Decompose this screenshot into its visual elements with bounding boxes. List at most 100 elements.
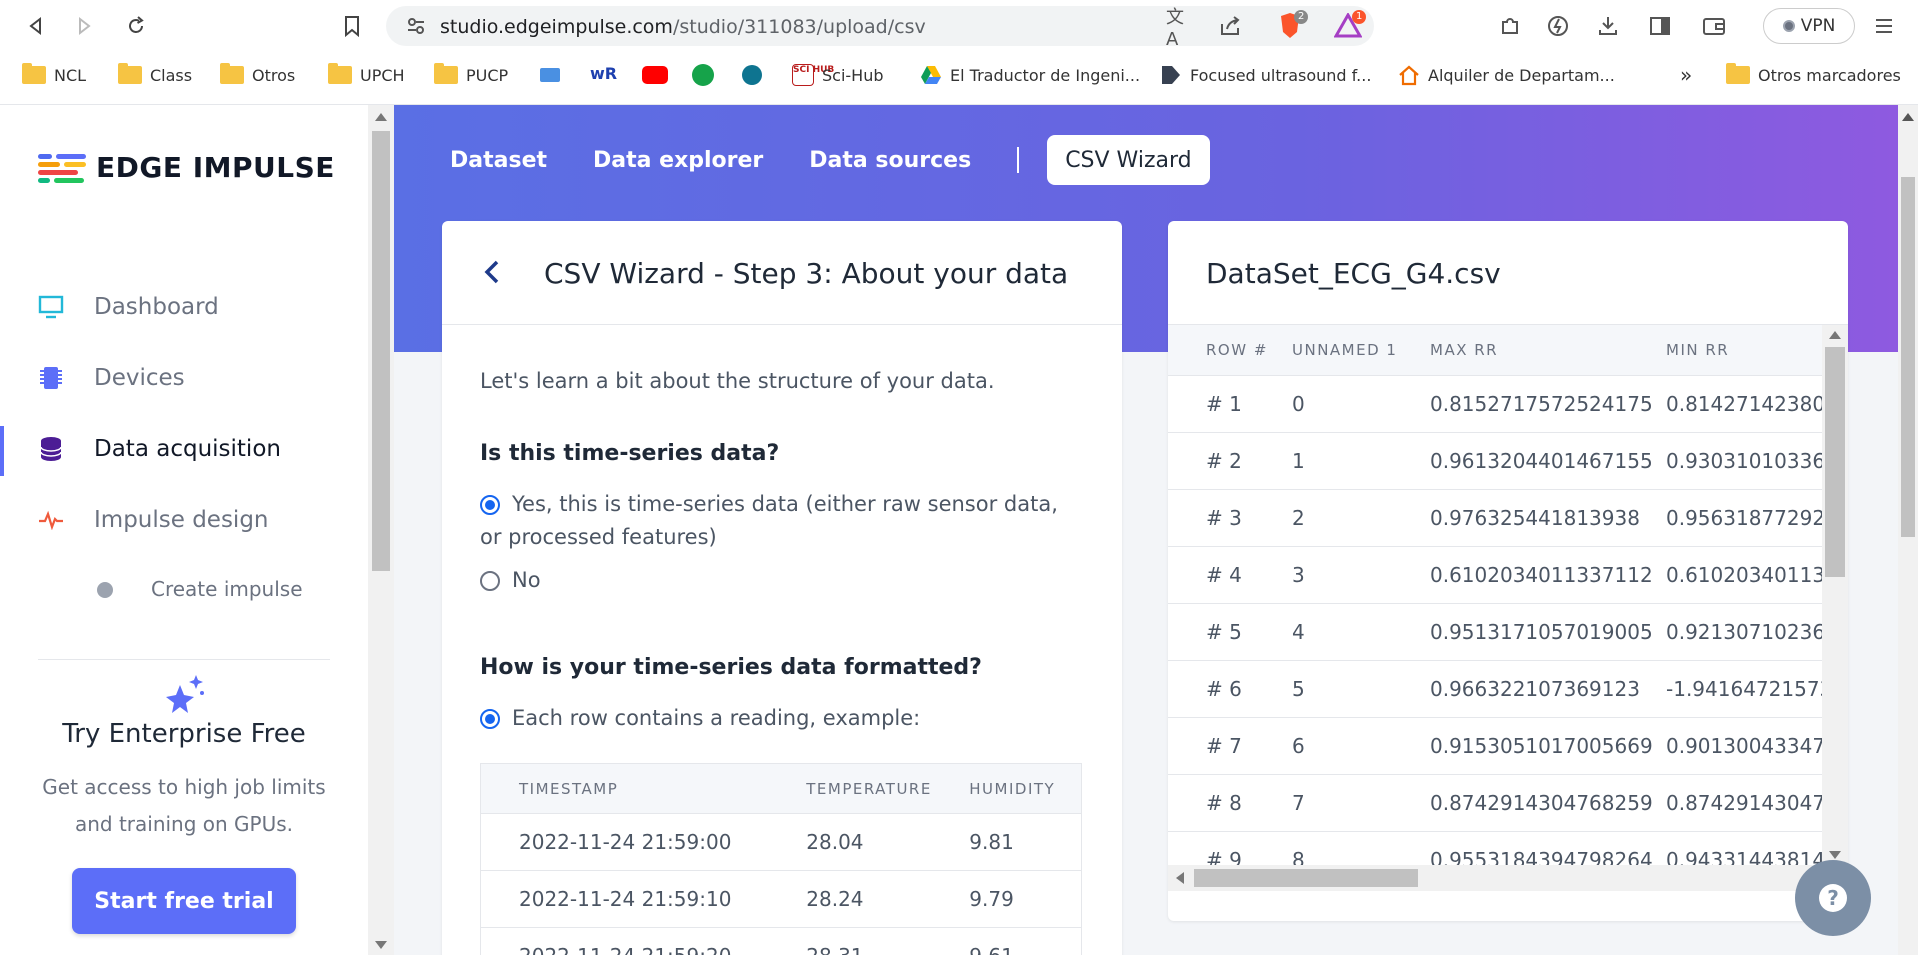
site-settings-icon[interactable] xyxy=(406,16,426,36)
bookmark-otros[interactable]: Otros xyxy=(220,62,295,88)
bookmark-ncl[interactable]: NCL xyxy=(22,62,86,88)
bookmark-focused[interactable]: Focused ultrasound f... xyxy=(1160,62,1371,88)
bookmark-graduation[interactable] xyxy=(540,62,560,88)
scroll-up-icon[interactable] xyxy=(1902,113,1914,121)
table-cell: 0.9513171057019005 xyxy=(1430,603,1666,661)
sparkle-star-icon xyxy=(166,675,204,713)
table-cell: 4 xyxy=(1292,603,1430,661)
leo-icon[interactable] xyxy=(1544,12,1572,40)
table-cell: 2022-11-24 21:59:20 xyxy=(480,927,807,955)
column-header: TEMPERATURE xyxy=(806,763,970,814)
table-vertical-scrollbar[interactable] xyxy=(1822,325,1848,865)
tab-csv-wizard[interactable]: CSV Wizard xyxy=(1047,135,1210,185)
forward-icon[interactable] xyxy=(68,10,100,42)
sidebar-item-impulse-design[interactable]: Impulse design xyxy=(0,493,368,547)
sidebar-scrollbar[interactable] xyxy=(368,105,394,955)
sidebar-item-data-acquisition[interactable]: Data acquisition xyxy=(0,422,368,476)
sidebar-item-devices[interactable]: Devices xyxy=(0,351,368,405)
back-icon[interactable] xyxy=(20,10,52,42)
more-bookmarks-icon[interactable]: » xyxy=(1680,62,1692,88)
bookmark-bird[interactable] xyxy=(742,62,762,88)
vpn-button[interactable]: VPN xyxy=(1763,8,1855,44)
radio-no-time-series[interactable] xyxy=(480,571,500,591)
help-button[interactable]: ? xyxy=(1795,860,1871,936)
table-row: # 2 1 0.9613204401467155 0.930310103367 xyxy=(1168,432,1848,490)
wordreference-icon: wR xyxy=(590,64,617,86)
logo[interactable]: EDGE IMPULSE xyxy=(38,151,335,184)
table-cell: 2 xyxy=(1292,489,1430,547)
file-title: DataSet_ECG_G4.csv xyxy=(1206,257,1501,290)
table-row: # 1 0 0.8152717572524175 0.814271423807 xyxy=(1168,375,1848,433)
brave-shield-icon[interactable]: 2 xyxy=(1276,10,1309,40)
bookmark-traductor[interactable]: El Traductor de Ingeni... xyxy=(920,62,1140,88)
folder-icon xyxy=(434,63,458,84)
bookmarks-bar: NCL Class Otros UPCH PUCP wR SCI HUB Sci-… xyxy=(0,58,1918,92)
column-header: ROW # xyxy=(1168,325,1292,376)
bookmark-upch[interactable]: UPCH xyxy=(328,62,405,88)
bookmark-wordreference[interactable]: wR xyxy=(590,62,617,88)
bookmark-class[interactable]: Class xyxy=(118,62,192,88)
csv-wizard-card: CSV Wizard - Step 3: About your data Let… xyxy=(442,221,1122,955)
bookmark-otros-marcadores[interactable]: Otros marcadores xyxy=(1726,62,1901,88)
sidebar-item-dashboard[interactable]: Dashboard xyxy=(0,280,368,334)
option-yes-label[interactable]: Yes, this is time-series data (either ra… xyxy=(480,488,1080,554)
folder-icon xyxy=(118,63,142,84)
brave-rewards-icon[interactable]: 1 xyxy=(1334,10,1367,40)
csv-preview-card: DataSet_ECG_G4.csv ROW # UNNAMED 1 MAX R… xyxy=(1168,221,1848,921)
back-chevron-icon[interactable] xyxy=(478,257,508,287)
table-cell: 9.81 xyxy=(969,813,1082,871)
translate-icon[interactable]: 文A xyxy=(1166,7,1194,50)
bookmark-label: Sci-Hub xyxy=(822,65,884,85)
tab-dataset[interactable]: Dataset xyxy=(432,135,565,185)
table-cell: 28.24 xyxy=(806,870,970,928)
scrollbar-thumb[interactable] xyxy=(1825,347,1845,577)
page-scrollbar[interactable] xyxy=(1898,105,1918,955)
bookmark-alquiler[interactable]: Alquiler de Departam... xyxy=(1398,62,1615,88)
extensions-icon[interactable] xyxy=(1496,12,1524,40)
scrollbar-thumb[interactable] xyxy=(1901,177,1915,537)
bookmark-green[interactable] xyxy=(692,62,714,88)
table-cell: # 4 xyxy=(1168,546,1292,604)
scroll-up-icon[interactable] xyxy=(1829,331,1841,339)
table-cell: 0 xyxy=(1292,375,1430,433)
bookmark-label: PUCP xyxy=(466,65,509,85)
bullet-icon xyxy=(97,582,113,598)
table-row: # 5 4 0.9513171057019005 0.921307102367 xyxy=(1168,603,1848,661)
bookmark-pucp[interactable]: PUCP xyxy=(434,62,508,88)
menu-icon[interactable] xyxy=(1870,12,1898,40)
tab-data-sources[interactable]: Data sources xyxy=(791,135,989,185)
bookmark-icon[interactable] xyxy=(336,10,368,42)
sidebar-subitem-create-impulse[interactable]: Create impulse xyxy=(0,569,368,609)
card-header: DataSet_ECG_G4.csv xyxy=(1168,221,1848,325)
wallet-icon[interactable] xyxy=(1700,12,1728,40)
bookmark-scihub[interactable]: SCI HUB Sci-Hub xyxy=(792,62,884,88)
download-icon[interactable] xyxy=(1594,12,1622,40)
chip-icon xyxy=(38,365,64,391)
scroll-down-icon[interactable] xyxy=(375,941,387,949)
reload-icon[interactable] xyxy=(120,10,152,42)
url-host: studio.edgeimpulse.com xyxy=(440,16,673,38)
vpn-status-icon xyxy=(1782,20,1795,32)
scrollbar-thumb[interactable] xyxy=(1194,869,1418,887)
scroll-left-icon[interactable] xyxy=(1176,872,1184,884)
option-no-label[interactable]: No xyxy=(512,564,541,597)
radio-each-row-reading[interactable] xyxy=(480,709,500,729)
address-bar[interactable]: studio.edgeimpulse.com/studio/311083/upl… xyxy=(386,6,1374,50)
question-time-series: Is this time-series data? xyxy=(480,441,780,466)
scroll-up-icon[interactable] xyxy=(375,113,387,121)
sidebar-subitem-label: Create impulse xyxy=(151,577,303,601)
bookmark-label: Otros marcadores xyxy=(1758,65,1901,85)
graduation-icon xyxy=(540,68,560,82)
start-free-trial-button[interactable]: Start free trial xyxy=(72,868,296,934)
sidebar-item-label: Data acquisition xyxy=(94,436,281,462)
tab-data-explorer[interactable]: Data explorer xyxy=(575,135,781,185)
csv-preview-table-wrapper[interactable]: ROW # UNNAMED 1 MAX RR MIN RR # 1 0 0.8152… xyxy=(1168,325,1848,885)
table-horizontal-scrollbar[interactable] xyxy=(1168,865,1822,891)
bookmark-youtube[interactable] xyxy=(642,62,668,88)
option-each-row-label[interactable]: Each row contains a reading, example: xyxy=(512,702,920,735)
sidebar-toggle-icon[interactable] xyxy=(1646,12,1674,40)
scrollbar-thumb[interactable] xyxy=(372,131,390,571)
share-icon[interactable] xyxy=(1216,12,1244,40)
table-row: # 4 3 0.6102034011337112 0.610203401133 xyxy=(1168,546,1848,604)
scroll-down-icon[interactable] xyxy=(1829,851,1841,859)
